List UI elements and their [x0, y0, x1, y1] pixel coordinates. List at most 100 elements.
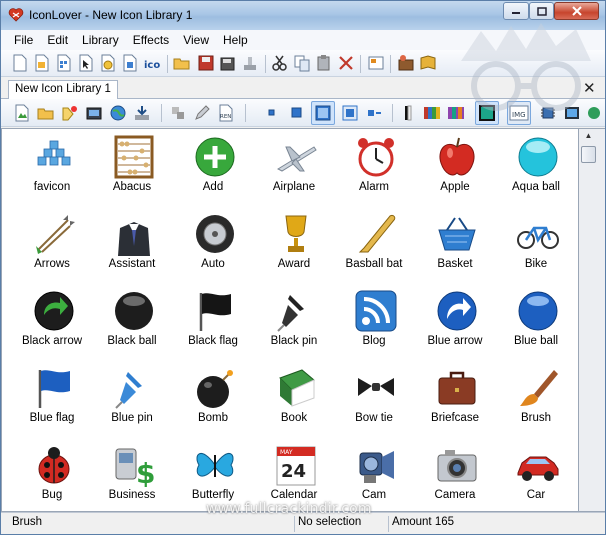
group-icon[interactable]	[169, 104, 187, 122]
save-disk-icon[interactable]	[197, 54, 215, 72]
library-item-black-arrow[interactable]: Black arrow	[12, 285, 92, 362]
library-item-blue-arrow[interactable]: Blue arrow	[415, 285, 495, 362]
size-xl-icon[interactable]	[341, 104, 359, 122]
size-tiny-icon[interactable]	[263, 104, 281, 122]
title-bar[interactable]: IconLover - New Icon Library 1	[1, 1, 605, 30]
library-item-abacus[interactable]: Abacus	[92, 131, 172, 208]
extract-icon[interactable]	[61, 104, 79, 122]
list-view-icon[interactable]	[366, 104, 384, 122]
ico-icon[interactable]: ico	[143, 54, 163, 72]
library-item-award[interactable]: Award	[254, 208, 334, 285]
menu-edit[interactable]: Edit	[40, 33, 75, 47]
chip-icon[interactable]	[539, 104, 557, 122]
library-item-aqua-ball[interactable]: Aqua ball	[496, 131, 576, 208]
capture-icon[interactable]	[85, 104, 103, 122]
tools-icon[interactable]	[397, 54, 415, 72]
library-item-camera[interactable]: Camera	[415, 439, 495, 511]
page-icon[interactable]	[121, 54, 139, 72]
download-icon[interactable]	[133, 104, 151, 122]
copy-icon[interactable]	[293, 54, 311, 72]
library-item-bike[interactable]: Bike	[496, 208, 576, 285]
color-256-icon[interactable]	[447, 104, 465, 122]
book-icon[interactable]	[419, 54, 437, 72]
watermark-text: www.fullcrackindir.com	[206, 501, 372, 517]
library-item-bow-tie[interactable]: Bow tie	[334, 362, 414, 439]
library-item-apple[interactable]: Apple	[415, 131, 495, 208]
add-folder-icon[interactable]	[37, 104, 55, 122]
library-item-car[interactable]: Car	[496, 439, 576, 511]
properties-icon[interactable]	[367, 54, 385, 72]
toolbar-separator	[390, 55, 391, 73]
toolbar-separator	[360, 55, 361, 73]
library-item-briefcase[interactable]: Briefcase	[415, 362, 495, 439]
img-icon: IMG	[509, 105, 529, 121]
more-icon[interactable]	[585, 104, 603, 122]
web-icon[interactable]	[109, 104, 127, 122]
library-item-basket[interactable]: Basket	[415, 208, 495, 285]
library-item-blue-pin[interactable]: Blue pin	[92, 362, 172, 439]
car-icon	[517, 456, 559, 481]
delete-icon[interactable]	[337, 54, 355, 72]
library-item-airplane[interactable]: Airplane	[254, 131, 334, 208]
close-document-icon[interactable]: ✕	[583, 79, 596, 97]
item-label: Auto	[201, 258, 225, 270]
menu-library[interactable]: Library	[75, 33, 126, 47]
animated-cursor-icon[interactable]	[99, 54, 117, 72]
library-item-baseball-bat[interactable]: Basball bat	[334, 208, 414, 285]
add-icon	[195, 137, 235, 177]
library-item-auto[interactable]: Auto	[173, 208, 253, 285]
preview-icon[interactable]	[563, 104, 581, 122]
library-item-arrows[interactable]: Arrows	[12, 208, 92, 285]
library-item-blue-flag[interactable]: Blue flag	[12, 362, 92, 439]
library-item-add[interactable]: Add	[173, 131, 253, 208]
maximize-button[interactable]	[529, 2, 554, 20]
library-item-favicon[interactable]: favicon	[12, 131, 92, 208]
library-item-bug[interactable]: Bug	[12, 439, 92, 511]
tab-new-icon-library-1[interactable]: New Icon Library 1	[8, 80, 118, 99]
library-item-blog[interactable]: Blog	[334, 285, 414, 362]
rename-icon[interactable]: REN	[217, 104, 235, 122]
save-all-icon[interactable]	[219, 54, 237, 72]
library-item-business[interactable]: $ Business	[92, 439, 172, 511]
library-item-book[interactable]: Book	[254, 362, 334, 439]
library-item-blue-ball[interactable]: Blue ball	[496, 285, 576, 362]
library-item-alarm[interactable]: Alarm	[334, 131, 414, 208]
library-item-black-pin[interactable]: Black pin	[254, 285, 334, 362]
minimize-button[interactable]	[503, 2, 529, 20]
menu-help[interactable]: Help	[216, 33, 255, 47]
menu-view[interactable]: View	[176, 33, 216, 47]
menu-file[interactable]: File	[7, 33, 40, 47]
library-icon[interactable]	[55, 54, 73, 72]
size-large-button-selected[interactable]	[311, 101, 335, 125]
svg-text:ico: ico	[144, 60, 160, 71]
library-item-bomb[interactable]: Bomb	[173, 362, 253, 439]
cursor-icon[interactable]	[77, 54, 95, 72]
icon-library-grid[interactable]: favicon Abacus Add Airplane Alarm Apple …	[1, 128, 579, 512]
toolbar-separator	[161, 104, 162, 122]
scroll-up-icon[interactable]: ▲	[581, 131, 596, 145]
vertical-scrollbar[interactable]: ▲	[579, 128, 605, 512]
menu-effects[interactable]: Effects	[126, 33, 176, 47]
edit-pencil-icon[interactable]	[193, 104, 211, 122]
color-16-icon[interactable]	[423, 104, 441, 122]
true-color-button-selected[interactable]	[475, 101, 499, 125]
svg-text:$: $	[136, 457, 155, 487]
bike-icon	[517, 226, 559, 249]
new-from-image-icon[interactable]	[33, 54, 51, 72]
paste-icon[interactable]	[315, 54, 333, 72]
new-icon[interactable]	[11, 54, 29, 72]
item-label: Black flag	[188, 335, 238, 347]
size-small-icon[interactable]	[288, 104, 306, 122]
mono-icon[interactable]	[399, 104, 417, 122]
image-format-button[interactable]: IMG	[507, 101, 531, 125]
library-item-black-ball[interactable]: Black ball	[92, 285, 172, 362]
library-item-brush[interactable]: Brush	[496, 362, 576, 439]
cut-icon[interactable]	[271, 54, 289, 72]
folder-open-icon[interactable]	[173, 54, 191, 72]
library-item-assistant[interactable]: Assistant	[92, 208, 172, 285]
stamp-icon[interactable]	[241, 54, 259, 72]
add-image-icon[interactable]	[13, 104, 31, 122]
close-button[interactable]	[554, 2, 599, 20]
scroll-thumb[interactable]	[581, 146, 596, 163]
library-item-black-flag[interactable]: Black flag	[173, 285, 253, 362]
